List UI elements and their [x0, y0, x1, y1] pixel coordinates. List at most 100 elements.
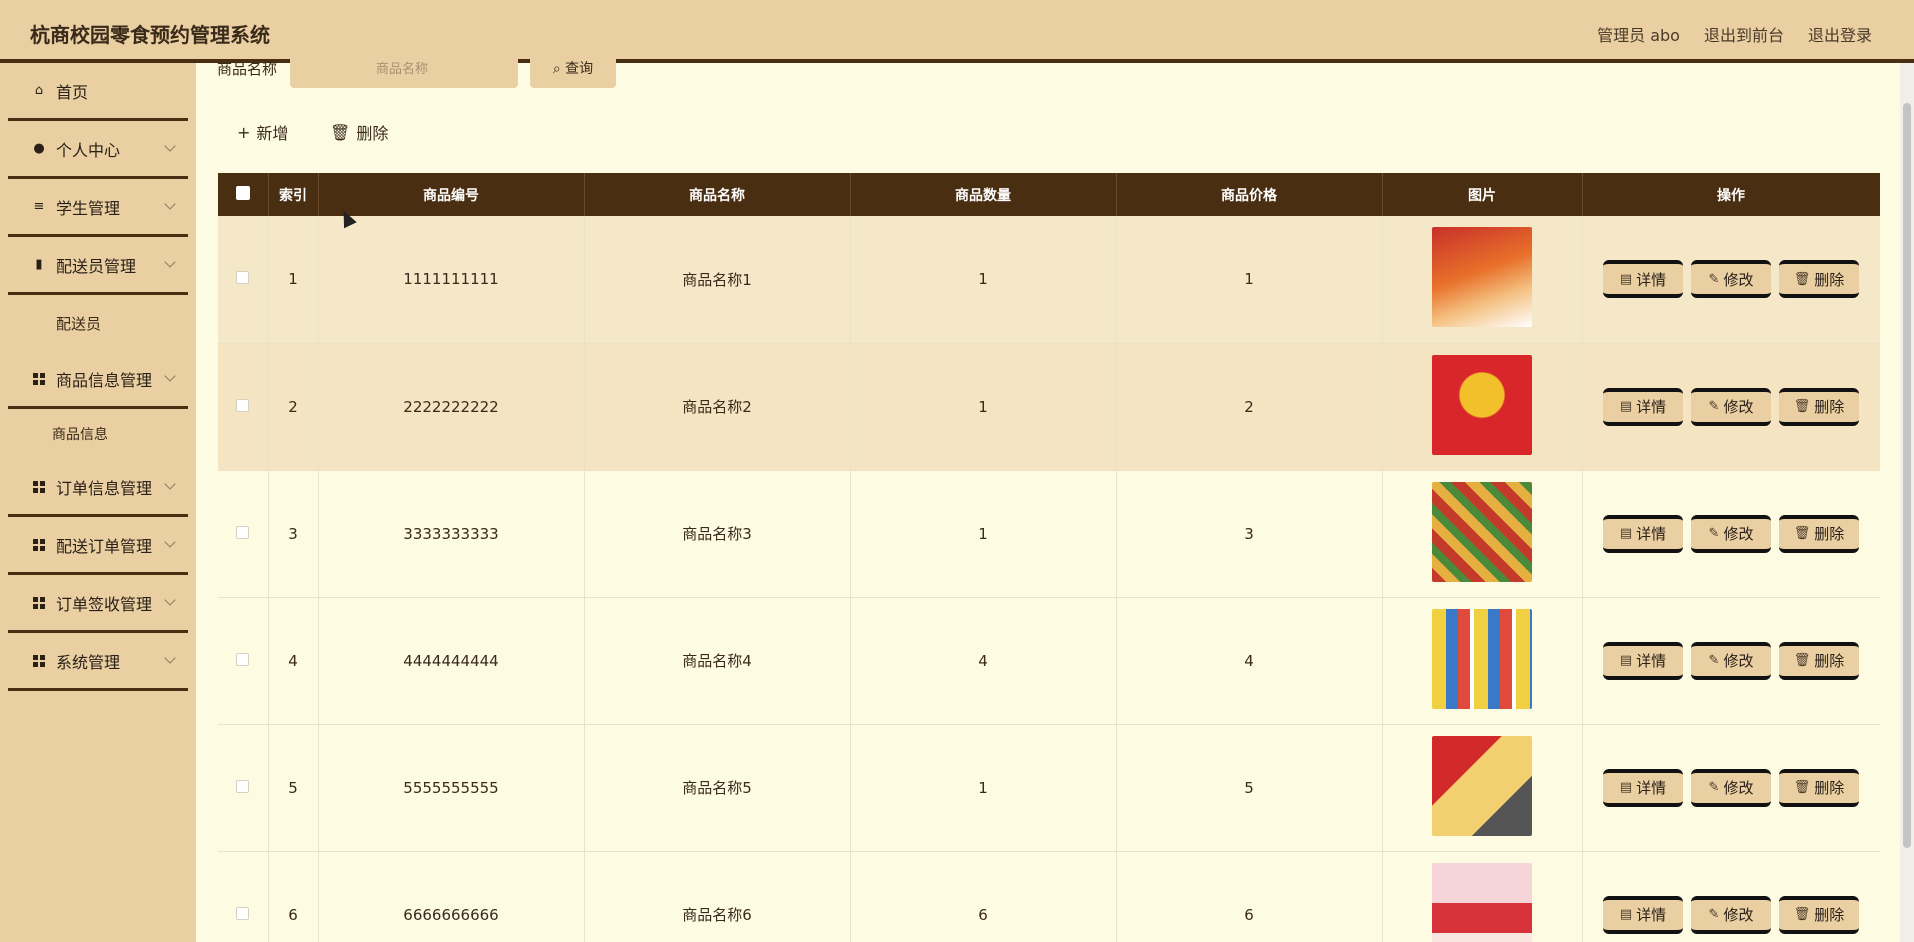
sidebar-item-label: 订单信息管理 — [56, 478, 153, 498]
delete-button[interactable]: 🗑 删除 — [1779, 641, 1859, 680]
pencil-icon: ✎ — [1708, 399, 1720, 414]
sidebar-item-label: 配送订单管理 — [56, 536, 153, 556]
sidebar-item-system-management[interactable]: 系统管理 — [8, 633, 188, 691]
sidebar-subitem-product-info[interactable]: 商品信息 — [0, 409, 196, 459]
cell-product-quantity: 1 — [850, 343, 1117, 471]
document-icon: ▤ — [1619, 780, 1633, 795]
cell-product-price: 4 — [1116, 597, 1383, 725]
edit-button[interactable]: ✎ 修改 — [1691, 260, 1771, 299]
chevron-down-icon — [164, 370, 176, 382]
cell-product-quantity: 1 — [850, 470, 1117, 598]
delete-button[interactable]: 🗑 删除 — [1779, 260, 1859, 299]
search-input[interactable]: 商品名称 — [290, 52, 518, 88]
product-image[interactable] — [1432, 227, 1532, 328]
select-all-checkbox[interactable] — [235, 185, 250, 200]
delete-button[interactable]: 🗑 删除 — [1779, 514, 1859, 553]
column-header: 商品数量 — [850, 173, 1117, 216]
sidebar-item-label: 首页 — [56, 82, 89, 102]
sidebar-item-home[interactable]: ⌂ 首页 — [8, 63, 188, 121]
grid-icon — [32, 596, 46, 610]
document-icon: ▤ — [1619, 907, 1633, 922]
select-all-cell[interactable] — [218, 173, 269, 216]
cell-product-quantity: 1 — [850, 216, 1117, 344]
list-icon: ≡ — [33, 199, 45, 214]
row-select-cell[interactable] — [218, 597, 269, 725]
trash-icon: 🗑 — [1793, 907, 1811, 922]
top-header: 杭商校园零食预约管理系统 管理员 abo 退出到前台 退出登录 — [0, 0, 1914, 63]
row-checkbox[interactable] — [236, 398, 250, 412]
product-image[interactable] — [1432, 608, 1532, 709]
sidebar-item-personal-center[interactable]: ● 个人中心 — [8, 121, 188, 179]
row-select-cell[interactable] — [218, 724, 269, 852]
table-row: 1 1111111111 商品名称1 1 1 ▤ 详情 ✎ 修改 🗑 删除 — [218, 216, 1880, 344]
detail-button[interactable]: ▤ 详情 — [1603, 641, 1683, 680]
product-image[interactable] — [1432, 735, 1532, 836]
sidebar-item-student-management[interactable]: ≡ 学生管理 — [8, 179, 188, 237]
delete-button[interactable]: 🗑 删除 — [1779, 768, 1859, 807]
exit-to-front-link[interactable]: 退出到前台 — [1704, 22, 1784, 46]
delete-button[interactable]: 🗑 删除 — [1779, 895, 1859, 934]
sidebar-item-order-receipt-management[interactable]: 订单签收管理 — [8, 575, 188, 633]
scrollbar-thumb[interactable] — [1903, 103, 1911, 848]
cell-index: 2 — [268, 343, 319, 471]
row-checkbox[interactable] — [236, 906, 250, 920]
sidebar-item-courier-management[interactable]: ▮ 配送员管理 — [8, 237, 188, 295]
row-checkbox[interactable] — [236, 779, 250, 793]
sidebar: ⌂ 首页 ● 个人中心 ≡ 学生管理 ▮ 配送员管理 配送员 商品信息管理 商品… — [0, 63, 196, 942]
logout-link[interactable]: 退出登录 — [1808, 22, 1872, 46]
search-label: 商品名称 — [217, 60, 278, 78]
detail-button[interactable]: ▤ 详情 — [1603, 514, 1683, 553]
row-checkbox[interactable] — [236, 271, 250, 285]
row-select-cell[interactable] — [218, 851, 269, 942]
delete-button[interactable]: 🗑 删除 — [1779, 387, 1859, 426]
vertical-scrollbar[interactable] — [1900, 63, 1914, 942]
product-image[interactable] — [1432, 354, 1532, 455]
detail-button[interactable]: ▤ 详情 — [1603, 387, 1683, 426]
chevron-down-icon — [164, 536, 176, 548]
row-checkbox[interactable] — [236, 652, 250, 666]
cell-product-price: 1 — [1116, 216, 1383, 344]
cell-image — [1382, 216, 1583, 344]
edit-button[interactable]: ✎ 修改 — [1691, 895, 1771, 934]
cell-product-name: 商品名称5 — [584, 724, 851, 852]
column-header: 商品价格 — [1116, 173, 1383, 216]
product-image[interactable] — [1432, 862, 1532, 942]
edit-button[interactable]: ✎ 修改 — [1691, 768, 1771, 807]
add-button[interactable]: + 新增 — [237, 120, 288, 144]
document-icon: ▤ — [1619, 399, 1633, 414]
cell-product-code: 6666666666 — [318, 851, 585, 942]
app-title: 杭商校园零食预约管理系统 — [30, 23, 270, 47]
row-select-cell[interactable] — [218, 343, 269, 471]
chevron-down-icon — [164, 256, 176, 268]
cell-operations: ▤ 详情 ✎ 修改 🗑 删除 — [1582, 470, 1880, 598]
cell-product-code: 4444444444 — [318, 597, 585, 725]
row-select-cell[interactable] — [218, 216, 269, 344]
sidebar-subitem-courier[interactable]: 配送员 — [0, 295, 196, 351]
admin-name: 管理员 abo — [1597, 26, 1680, 45]
cell-operations: ▤ 详情 ✎ 修改 🗑 删除 — [1582, 724, 1880, 852]
pencil-icon: ✎ — [1708, 780, 1720, 795]
sidebar-item-delivery-order-management[interactable]: 配送订单管理 — [8, 517, 188, 575]
book-icon: ▮ — [35, 257, 43, 272]
sidebar-item-label: 订单签收管理 — [56, 594, 153, 614]
table-row: 6 6666666666 商品名称6 6 6 ▤ 详情 ✎ 修改 🗑 删除 — [218, 851, 1880, 942]
cell-index: 6 — [268, 851, 319, 942]
detail-button[interactable]: ▤ 详情 — [1603, 895, 1683, 934]
product-image[interactable] — [1432, 481, 1532, 582]
plus-icon: + — [237, 122, 251, 142]
row-checkbox[interactable] — [236, 525, 250, 539]
batch-delete-button[interactable]: 🗑 删除 — [330, 120, 388, 144]
row-select-cell[interactable] — [218, 470, 269, 598]
cell-product-price: 5 — [1116, 724, 1383, 852]
sidebar-item-product-management[interactable]: 商品信息管理 — [8, 351, 188, 409]
edit-button[interactable]: ✎ 修改 — [1691, 641, 1771, 680]
cell-product-price: 3 — [1116, 470, 1383, 598]
cell-product-name: 商品名称1 — [584, 216, 851, 344]
edit-button[interactable]: ✎ 修改 — [1691, 514, 1771, 553]
chevron-down-icon — [164, 478, 176, 490]
edit-button[interactable]: ✎ 修改 — [1691, 387, 1771, 426]
search-button[interactable]: ⌕ 查询 — [530, 52, 616, 88]
detail-button[interactable]: ▤ 详情 — [1603, 768, 1683, 807]
detail-button[interactable]: ▤ 详情 — [1603, 260, 1683, 299]
sidebar-item-order-management[interactable]: 订单信息管理 — [8, 459, 188, 517]
